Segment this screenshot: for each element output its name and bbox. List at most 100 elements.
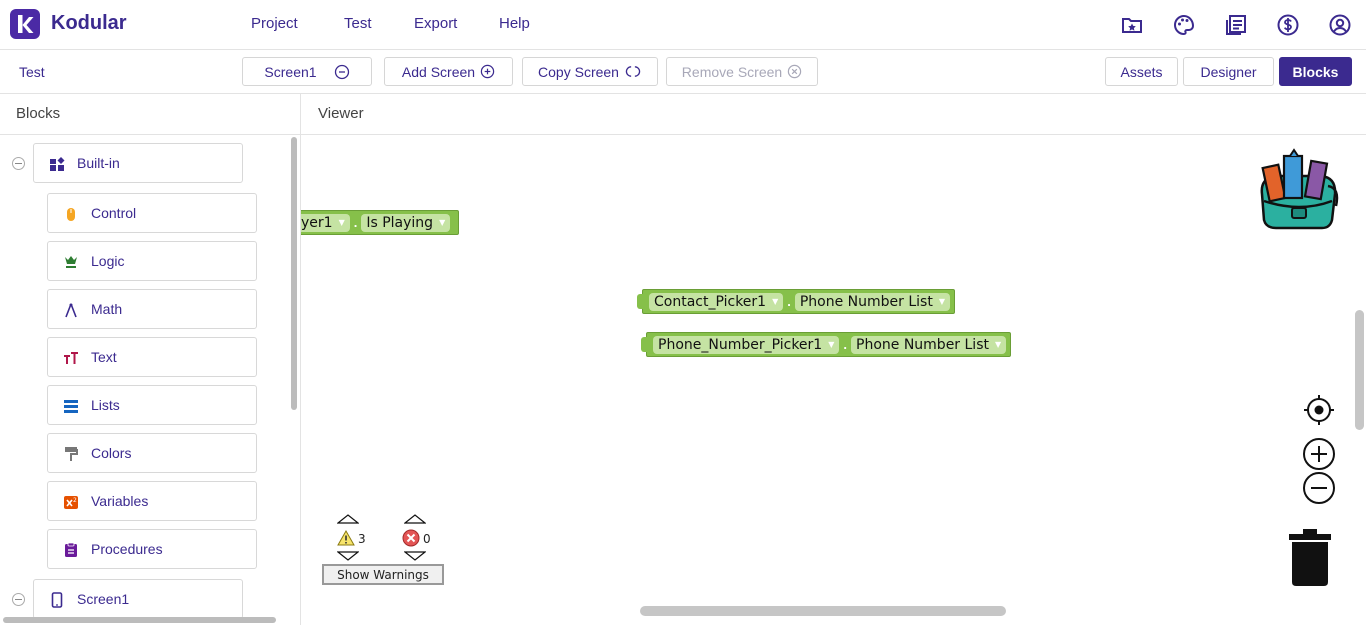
block-notch <box>637 294 644 309</box>
block-property-name: Phone Number List <box>799 293 933 310</box>
viewer-vertical-scrollbar[interactable] <box>1355 310 1364 430</box>
blocks-panel: Blocks Built-in Control Logic Math Text … <box>0 94 301 625</box>
warning-prev-arrow-icon[interactable] <box>337 514 359 524</box>
blocks-panel-title: Blocks <box>16 105 61 122</box>
add-screen-label: Add Screen <box>401 63 476 80</box>
divider <box>301 134 1366 135</box>
block-component-name: Phone_Number_Picker1 <box>658 336 823 353</box>
text-icon <box>64 352 78 364</box>
block-property-dropdown[interactable]: Is Playing ▼ <box>361 213 451 232</box>
warning-icon <box>337 530 355 546</box>
kodular-app: Kodular Project Test Export Help Test Sc… <box>0 0 1366 625</box>
block-component-name: Contact_Picker1 <box>654 293 767 310</box>
builtin-label: Built-in <box>77 155 120 171</box>
category-text-label: Text <box>91 349 117 365</box>
blocks-panel-vertical-scrollbar[interactable] <box>291 137 297 410</box>
category-lists[interactable]: Lists <box>47 385 257 425</box>
control-icon <box>67 208 75 221</box>
collapse-builtin-icon[interactable] <box>12 157 25 170</box>
dollar-icon[interactable] <box>1276 13 1300 37</box>
component-block[interactable]: Phone_Number_Picker1 ▼ . Phone Number Lis… <box>641 332 1012 357</box>
designer-button[interactable]: Designer <box>1183 57 1274 86</box>
block-property-name: Is Playing <box>366 214 434 231</box>
dropdown-arrow-icon: ▼ <box>439 218 446 227</box>
block-component-dropdown[interactable]: Contact_Picker1 ▼ <box>649 292 784 311</box>
block-notch <box>641 337 648 352</box>
kodular-logo-icon[interactable] <box>10 9 40 39</box>
category-math[interactable]: Math <box>47 289 257 329</box>
block-separator: . <box>843 337 847 352</box>
brand-name[interactable]: Kodular <box>51 12 127 35</box>
component-block[interactable]: Contact_Picker1 ▼ . Phone Number List ▼ <box>637 289 955 314</box>
category-colors[interactable]: Colors <box>47 433 257 473</box>
category-procedures[interactable]: Procedures <box>47 529 257 569</box>
variables-icon: 2 <box>64 496 78 509</box>
blocks-viewer: Viewer yer1 ▼ . Is Playing ▼ Contact_Picke… <box>301 94 1366 625</box>
category-variables[interactable]: 2 Variables <box>47 481 257 521</box>
zoom-in-icon[interactable] <box>1302 437 1336 471</box>
error-icon <box>402 529 420 547</box>
procedures-icon <box>65 542 77 557</box>
plus-circle-icon <box>480 64 495 79</box>
block-property-dropdown[interactable]: Phone Number List ▼ <box>851 335 1007 354</box>
component-block[interactable]: yer1 ▼ . Is Playing ▼ <box>301 210 459 235</box>
screen-category-label: Screen1 <box>77 591 130 607</box>
block-component-name: yer1 <box>301 214 333 231</box>
phone-icon <box>51 592 63 608</box>
folder-star-icon[interactable] <box>1120 13 1144 37</box>
category-procedures-label: Procedures <box>91 541 163 557</box>
show-warnings-button[interactable]: Show Warnings <box>322 564 444 585</box>
blocks-panel-horizontal-scrollbar[interactable] <box>3 617 276 623</box>
category-logic[interactable]: Logic <box>47 241 257 281</box>
dropdown-arrow-icon: ▼ <box>338 218 345 227</box>
copy-screen-label: Copy Screen <box>538 63 619 80</box>
screen-select[interactable]: Screen1 <box>242 57 372 86</box>
svg-text:2: 2 <box>73 497 77 504</box>
zoom-out-icon[interactable] <box>1302 471 1336 505</box>
trash-icon[interactable] <box>1287 528 1333 586</box>
builtin-category[interactable]: Built-in <box>33 143 243 183</box>
menu-export[interactable]: Export <box>414 15 457 32</box>
math-icon <box>65 303 77 318</box>
errors-count: 0 <box>423 532 431 546</box>
block-property-dropdown[interactable]: Phone Number List ▼ <box>794 292 950 311</box>
block-separator: . <box>787 294 791 309</box>
category-control[interactable]: Control <box>47 193 257 233</box>
remove-screen-button[interactable]: Remove Screen <box>666 57 818 86</box>
viewer-horizontal-scrollbar[interactable] <box>640 606 1006 616</box>
top-navbar: Kodular Project Test Export Help <box>0 0 1366 50</box>
category-lists-label: Lists <box>91 397 120 413</box>
recenter-icon[interactable] <box>1303 394 1335 426</box>
palette-icon[interactable] <box>1172 13 1196 37</box>
account-icon[interactable] <box>1328 13 1352 37</box>
category-control-label: Control <box>91 205 137 221</box>
news-icon[interactable] <box>1224 13 1248 37</box>
category-text[interactable]: Text <box>47 337 257 377</box>
screen-category[interactable]: Screen1 <box>33 579 243 619</box>
block-component-dropdown[interactable]: yer1 ▼ <box>301 213 350 232</box>
copy-screen-button[interactable]: Copy Screen <box>522 57 658 86</box>
assets-button[interactable]: Assets <box>1105 57 1178 86</box>
category-colors-label: Colors <box>91 445 132 461</box>
blocks-button[interactable]: Blocks <box>1279 57 1352 86</box>
logic-icon <box>65 256 77 268</box>
screen-select-label: Screen1 <box>264 63 317 80</box>
menu-project[interactable]: Project <box>251 15 298 32</box>
warning-next-arrow-icon[interactable] <box>337 551 359 561</box>
add-screen-button[interactable]: Add Screen <box>384 57 513 86</box>
error-next-arrow-icon[interactable] <box>404 551 426 561</box>
collapse-screen-icon[interactable] <box>12 593 25 606</box>
chevron-down-circle-icon <box>334 64 349 79</box>
backpack-icon[interactable] <box>1256 146 1346 234</box>
block-component-dropdown[interactable]: Phone_Number_Picker1 ▼ <box>653 335 840 354</box>
error-prev-arrow-icon[interactable] <box>404 514 426 524</box>
menu-help[interactable]: Help <box>499 15 530 32</box>
category-logic-label: Logic <box>91 253 125 269</box>
block-separator: . <box>353 215 358 230</box>
lists-icon <box>64 400 78 413</box>
block-property-name: Phone Number List <box>856 336 989 353</box>
dropdown-arrow-icon: ▼ <box>772 297 779 306</box>
category-math-label: Math <box>91 301 123 317</box>
menu-test[interactable]: Test <box>344 15 372 32</box>
dropdown-arrow-icon: ▼ <box>938 297 945 306</box>
